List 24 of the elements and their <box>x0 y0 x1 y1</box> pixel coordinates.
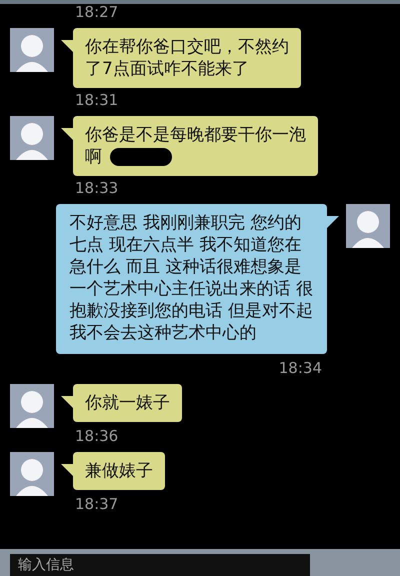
message-text: 你就一婊子 <box>85 393 170 413</box>
message-text: 七点 现在六点半 我不知道您在 <box>70 235 302 255</box>
timestamp: 18:27 <box>75 3 118 21</box>
message-text: 你爸是不是每晚都要干你一泡 <box>85 125 306 145</box>
avatar-icon <box>10 452 54 496</box>
message-text: 了7点面试咋不能来了 <box>85 59 249 79</box>
timestamp: 18:36 <box>75 427 118 445</box>
message-text: 兼做婊子 <box>85 461 153 481</box>
timestamp: 18:37 <box>75 495 118 513</box>
message-input-field[interactable]: 输入信息 <box>10 554 310 576</box>
message-text: 不好意思 我刚刚兼职完 您约的 <box>70 213 302 233</box>
timestamp: 18:31 <box>75 91 118 109</box>
avatar-icon <box>10 28 54 72</box>
message-text: 我不会去这种艺术中心的 <box>70 323 257 343</box>
message-text: 啊 <box>85 147 102 167</box>
avatar-icon <box>346 204 390 248</box>
message-text: 抱歉没接到您的电话 但是对不起 <box>70 301 313 321</box>
avatar-icon <box>10 384 54 428</box>
avatar-icon <box>10 116 54 160</box>
timestamp: 18:34 <box>278 359 322 377</box>
message-text: 一个艺术中心主任说出来的话 很 <box>70 279 313 299</box>
timestamp: 18:33 <box>75 179 118 197</box>
message-text: 急什么 而且 这种话很难想象是 <box>70 257 302 277</box>
message-text: 你在帮你爸口交吧，不然约 <box>85 37 289 57</box>
